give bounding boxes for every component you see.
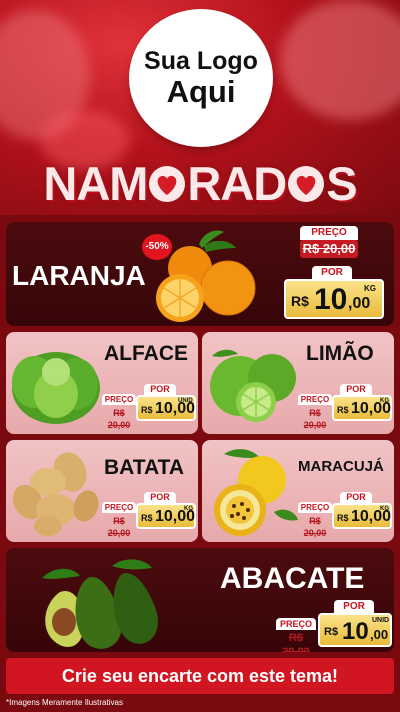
- heart-icon: [147, 160, 187, 202]
- new-price-box: R$ 10,00 UNID: [136, 395, 196, 421]
- logo-placeholder: Sua Logo Aqui: [132, 12, 270, 144]
- new-price-box: R$ 10 ,00 UNID: [318, 613, 392, 647]
- preco-label: PREÇO: [300, 226, 358, 240]
- new-price-box: R$ 10,00 KG: [136, 503, 196, 529]
- currency: R$: [141, 405, 153, 415]
- price-tag: PREÇO R$ 20,00 POR R$ 10 ,00 KG: [282, 226, 388, 322]
- por-label: POR: [340, 384, 372, 395]
- unit: UNID: [372, 617, 390, 624]
- discount-badge: -50%: [142, 234, 172, 260]
- price-tag: PREÇO R$ 20,00 POR R$ 10,00 KG: [100, 492, 196, 538]
- price-tag: PREÇO R$ 20,00 POR R$ 10,00 KG: [296, 384, 392, 430]
- potato-image: [12, 452, 99, 536]
- unit: KG: [380, 506, 389, 512]
- product-name: MARACUJÁ: [298, 458, 384, 475]
- new-price-box: R$ 10 ,00 KG: [284, 279, 384, 319]
- price-decimal: ,00: [348, 295, 371, 312]
- hero-banner: Sua Logo Aqui NAM RAD S: [0, 0, 400, 215]
- por-label: POR: [334, 600, 374, 613]
- price-integer: 10: [342, 618, 369, 645]
- logo-line-1: Sua Logo: [144, 47, 258, 75]
- lettuce-image: [12, 352, 100, 424]
- title-part: NAM: [43, 157, 148, 210]
- price-decimal: ,00: [370, 627, 389, 642]
- por-label: POR: [312, 266, 352, 280]
- currency: R$: [141, 513, 153, 523]
- product-name: BATATA: [104, 456, 185, 479]
- background-photo: [280, 0, 400, 120]
- product-name: LARANJA: [12, 260, 146, 291]
- old-price: R$ 20,00: [107, 408, 131, 430]
- lime-image: [210, 349, 296, 422]
- product-name: ABACATE: [220, 562, 365, 595]
- currency: R$: [337, 405, 349, 415]
- title-part: RAD: [187, 157, 287, 210]
- new-price-box: R$ 10,00 KG: [332, 395, 392, 421]
- logo-line-2: Aqui: [166, 74, 236, 109]
- unit: KG: [184, 506, 193, 512]
- price-tag: PREÇO R$ 20,00 POR R$ 10,00 UNID: [100, 384, 196, 430]
- old-price: R$ 20,00: [107, 516, 131, 538]
- price-integer: 10: [314, 283, 348, 316]
- product-name: LIMÃO: [306, 342, 374, 365]
- old-price: R$ 20,00: [302, 241, 356, 256]
- preco-label: PREÇO: [298, 394, 332, 405]
- old-price: R$ 20,00: [303, 516, 327, 538]
- product-card-abacate: ABACATE PREÇO R$ 20,00 POR R$ 10 ,00 UNI…: [6, 548, 394, 652]
- product-card-laranja: LARANJA -50% PREÇO R$ 20,00 POR R$ 10 ,0…: [6, 222, 394, 326]
- por-label: POR: [144, 492, 176, 503]
- product-card-limao: LIMÃO PREÇO R$ 20,00 POR R$ 10,00 KG: [202, 332, 394, 434]
- product-name: ALFACE: [104, 342, 188, 365]
- currency: R$: [324, 626, 339, 638]
- preco-label: PREÇO: [276, 618, 316, 630]
- preco-label: PREÇO: [298, 502, 332, 513]
- product-card-batata: BATATA PREÇO R$ 20,00 POR R$ 10,00 KG: [6, 440, 198, 542]
- title-part: S: [326, 157, 357, 210]
- price-tag: PREÇO R$ 20,00 POR R$ 10,00 KG: [296, 492, 392, 538]
- por-label: POR: [144, 384, 176, 395]
- currency: R$: [337, 513, 349, 523]
- por-label: POR: [340, 492, 372, 503]
- price-tag: PREÇO R$ 20,00 POR R$ 10 ,00 UNID: [276, 600, 392, 652]
- cta-banner[interactable]: Crie seu encarte com este tema!: [6, 658, 394, 694]
- unit: UNID: [178, 398, 193, 404]
- currency: R$: [291, 293, 309, 309]
- page-title: NAM RAD S: [0, 156, 400, 210]
- preco-label: PREÇO: [102, 502, 136, 513]
- product-card-maracuja: MARACUJÁ PREÇO R$ 20,00 POR R$ 10,00 KG: [202, 440, 394, 542]
- preco-label: PREÇO: [102, 394, 136, 405]
- passion-fruit-image: [214, 449, 298, 536]
- unit: KG: [380, 398, 389, 404]
- new-price-box: R$ 10,00 KG: [332, 503, 392, 529]
- footnote: *Imagens Meramente Ilustrativas: [6, 698, 123, 707]
- unit: KG: [364, 284, 376, 293]
- heart-icon: [286, 160, 326, 202]
- avocado-image: [42, 559, 158, 649]
- product-card-alface: ALFACE PREÇO R$ 20,00 POR R$ 10,00 UNID: [6, 332, 198, 434]
- old-price: R$ 20,00: [303, 408, 327, 430]
- old-price: R$ 20,00: [282, 632, 310, 652]
